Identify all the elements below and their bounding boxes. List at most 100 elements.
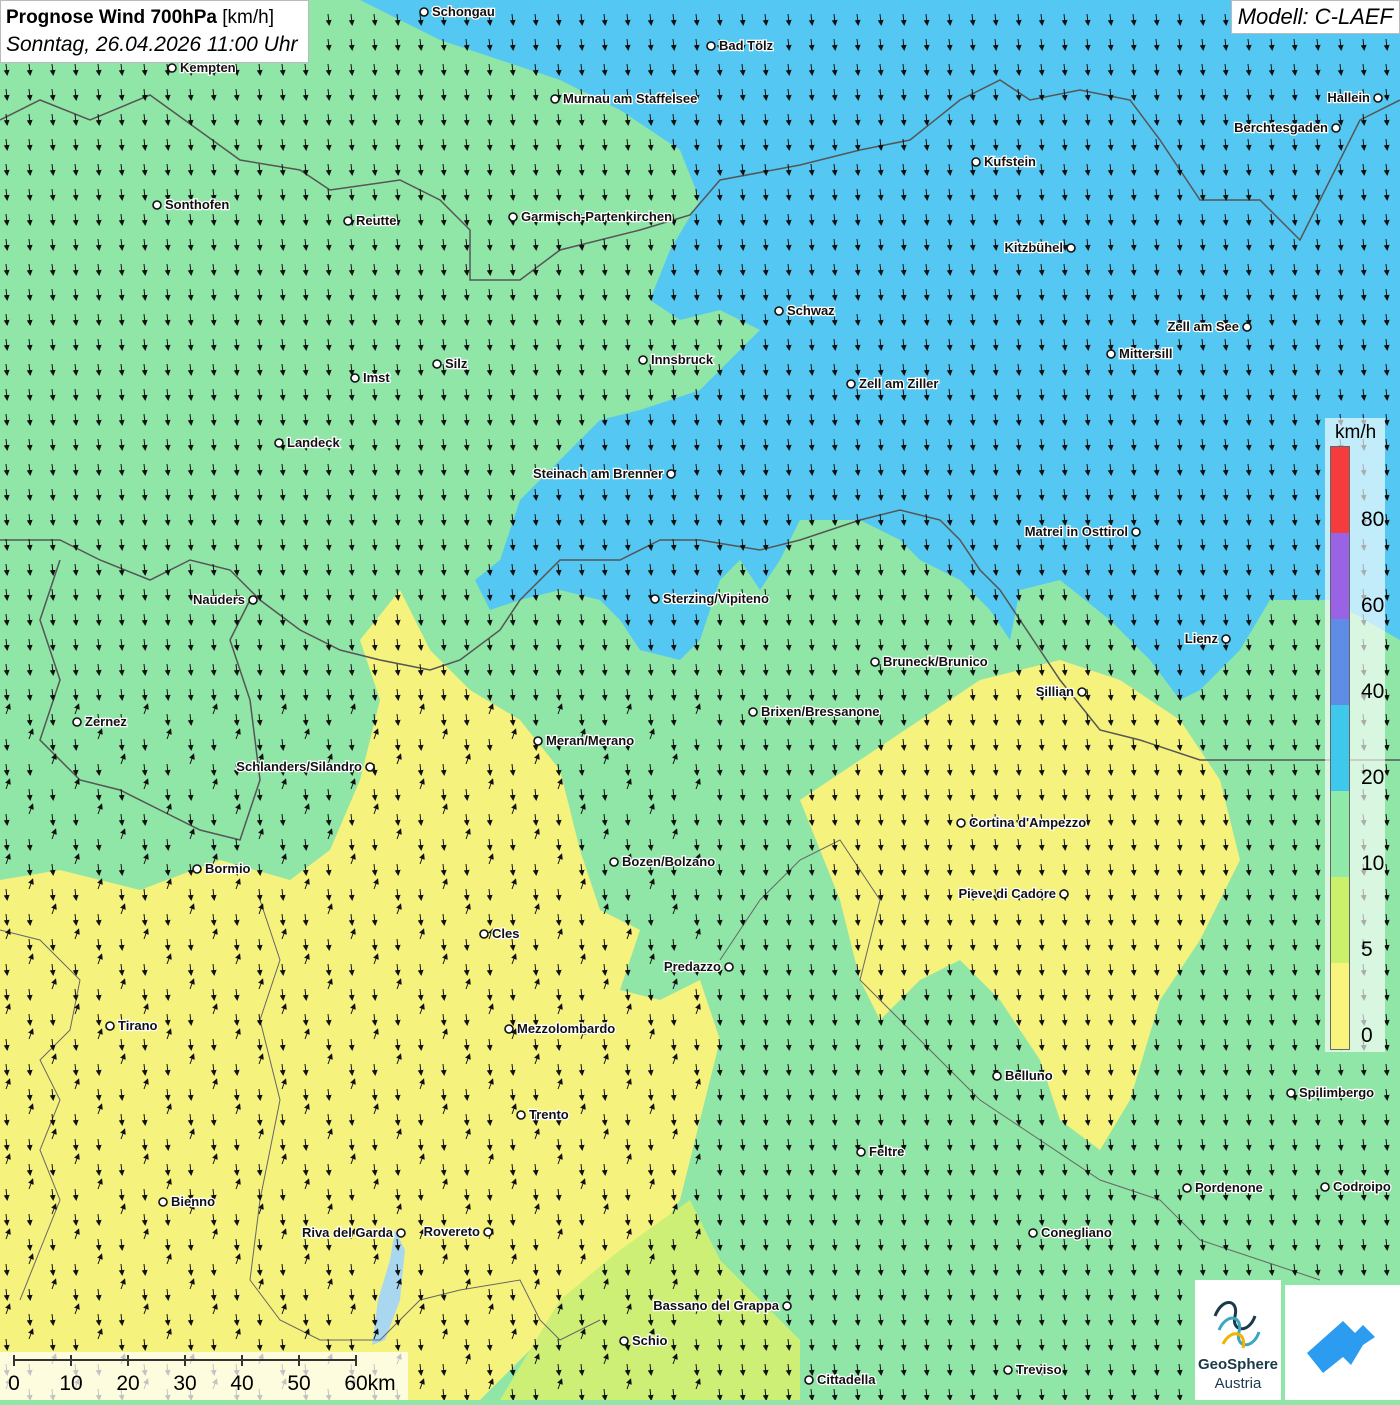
city-dot: [1077, 687, 1087, 697]
city-label: Bormio: [205, 861, 251, 876]
city-dot: [748, 707, 758, 717]
city-label: Sonthofen: [165, 197, 229, 212]
city-dot: [609, 857, 619, 867]
city-label: Lienz: [1185, 631, 1219, 646]
geosphere-logo[interactable]: GeoSphere Austria: [1195, 1280, 1281, 1400]
legend-swatch-purple: [1331, 533, 1349, 619]
city-dot: [706, 41, 716, 51]
city-label: Cittadella: [817, 1372, 876, 1387]
city-label: Tirano: [118, 1018, 158, 1033]
city-label: Murnau am Staffelsee: [563, 91, 697, 106]
city-marker: Bassano del Grappa: [652, 1297, 792, 1314]
city-label: Cles: [492, 926, 519, 941]
city-label: Bruneck/Brunico: [883, 654, 988, 669]
city-dot: [870, 657, 880, 667]
city-label: Hallein: [1327, 90, 1370, 105]
title-main: Prognose Wind 700hPa: [6, 7, 217, 28]
city-marker: Mezzolombardo: [504, 1020, 617, 1037]
logo-text: GeoSphere: [1197, 1356, 1279, 1373]
city-label: Trento: [529, 1107, 569, 1122]
city-dot: [105, 1021, 115, 1031]
city-label: Kitzbühel: [1005, 240, 1064, 255]
model-label: Modell: C-LAEF: [1230, 0, 1400, 34]
city-dot: [650, 594, 660, 604]
city-dot: [1028, 1228, 1038, 1238]
city-marker: Pieve di Cadore: [957, 885, 1069, 902]
legend-swatch-red: [1331, 447, 1349, 533]
city-marker: Zell am See: [1166, 318, 1252, 335]
city-marker: Brixen/Bressanone: [748, 703, 881, 720]
city-label: Garmisch-Partenkirchen: [521, 209, 672, 224]
legend-swatch-blue: [1331, 619, 1349, 705]
city-label: Innsbruck: [651, 352, 714, 367]
scale-label: 40: [230, 1372, 254, 1395]
city-dot: [483, 1227, 493, 1237]
city-marker: Bruneck/Brunico: [870, 653, 989, 670]
city-label: Cortina d'Ampezzo: [969, 815, 1086, 830]
city-dot: [666, 469, 676, 479]
wind-map: SchongauBad TölzKemptenMurnau am Staffel…: [0, 0, 1400, 1400]
legend-swatch-cyan: [1331, 705, 1349, 791]
city-label: Treviso: [1016, 1362, 1062, 1377]
city-label: Schio: [632, 1333, 667, 1348]
scale-label: 20: [116, 1372, 140, 1395]
city-dot: [1320, 1182, 1330, 1192]
city-dot: [992, 1071, 1002, 1081]
scale-bar: 0 10 20 30 40 50 60km: [0, 1352, 408, 1400]
legend-label: 10: [1361, 852, 1385, 875]
city-marker: Garmisch-Partenkirchen: [508, 208, 673, 225]
city-marker: Sonthofen: [152, 196, 231, 213]
city-marker: Riva del Garda: [301, 1224, 406, 1241]
city-marker: Pordenone: [1182, 1179, 1264, 1196]
city-dot: [846, 379, 856, 389]
city-label: Kufstein: [984, 154, 1036, 169]
city-dot: [804, 1375, 814, 1385]
city-label: Predazzo: [664, 959, 721, 974]
city-dot: [1373, 93, 1383, 103]
city-dot: [419, 7, 429, 17]
legend-unit: km/h: [1335, 422, 1377, 443]
city-dot: [856, 1147, 866, 1157]
city-dot: [782, 1301, 792, 1311]
city-dot: [274, 438, 284, 448]
city-label: Reutte: [356, 213, 396, 228]
city-label: Riva del Garda: [302, 1225, 394, 1240]
city-label: Bassano del Grappa: [653, 1298, 779, 1313]
scale-label: 60km: [344, 1372, 396, 1395]
city-label: Zell am See: [1167, 319, 1239, 334]
city-label: Pordenone: [1195, 1180, 1263, 1195]
legend-label: 20: [1361, 766, 1385, 789]
city-dot: [152, 200, 162, 210]
legend-label: 5: [1361, 938, 1373, 961]
city-dot: [479, 929, 489, 939]
city-dot: [516, 1110, 526, 1120]
city-marker: Bozen/Bolzano: [609, 853, 716, 870]
city-dot: [72, 717, 82, 727]
scale-label: 30: [173, 1372, 197, 1395]
scale-label: 0: [8, 1372, 20, 1395]
legend-swatch-yellow: [1331, 963, 1349, 1049]
city-dot: [533, 736, 543, 746]
city-label: Bienno: [171, 1194, 215, 1209]
city-label: Zell am Ziller: [859, 376, 938, 391]
city-dot: [158, 1197, 168, 1207]
city-dot: [1286, 1088, 1296, 1098]
city-label: Zernez: [85, 714, 127, 729]
weather-app-logo[interactable]: [1285, 1285, 1400, 1400]
map-title: Prognose Wind 700hPa [km/h] Sonntag, 26.…: [0, 0, 309, 63]
city-dot: [1106, 349, 1116, 359]
city-marker: Murnau am Staffelsee: [550, 90, 699, 107]
city-label: Matrei in Osttirol: [1025, 524, 1128, 539]
city-dot: [432, 359, 442, 369]
city-label: Meran/Merano: [546, 733, 634, 748]
forecast-date: Sonntag, 26.04.2026 11:00 Uhr: [6, 33, 298, 56]
city-dot: [1331, 123, 1341, 133]
city-marker: Cortina d'Ampezzo: [956, 814, 1088, 831]
city-dot: [396, 1228, 406, 1238]
city-label: Brixen/Bressanone: [761, 704, 880, 719]
city-label: Sterzing/Vipiteno: [663, 591, 769, 606]
city-label: Nauders: [193, 592, 245, 607]
city-marker: Schlanders/Silandro: [235, 758, 375, 775]
city-dot: [1003, 1365, 1013, 1375]
city-marker: Zell am Ziller: [846, 375, 940, 392]
